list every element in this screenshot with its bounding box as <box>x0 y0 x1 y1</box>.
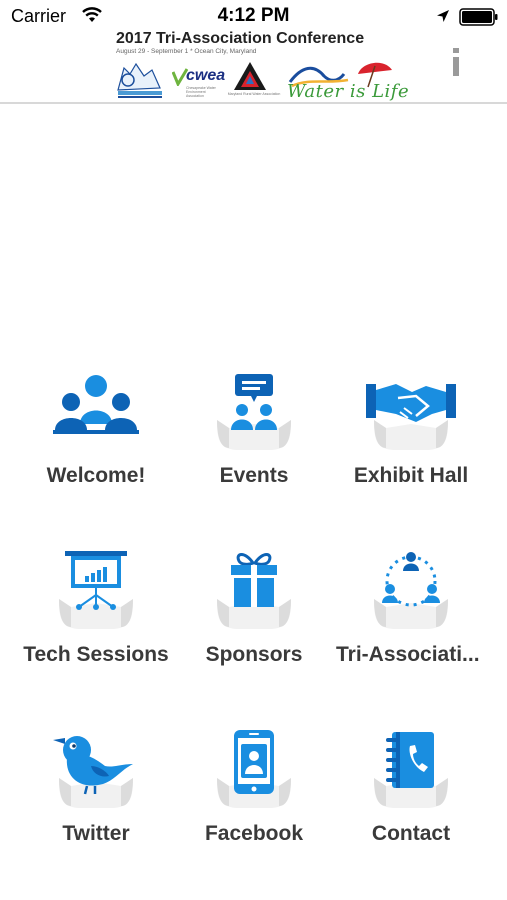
tile-label: Tri-Associati... <box>336 643 480 666</box>
status-bar: Carrier 4:12 PM <box>0 0 507 34</box>
chesapeake-logo-icon <box>117 62 162 98</box>
tile-tri-association[interactable]: Tri-Associati... <box>332 551 490 701</box>
network-people-icon <box>374 552 448 629</box>
cwea-logo-tagline: Chesapeake Water Environment Association <box>186 86 216 98</box>
triangle-logo-icon <box>234 62 266 90</box>
tile-contact[interactable]: Contact <box>332 730 490 880</box>
tile-facebook[interactable]: Facebook <box>175 730 333 880</box>
tile-exhibit-hall[interactable]: Exhibit Hall <box>332 372 490 522</box>
tile-label: Sponsors <box>205 643 303 666</box>
tile-tech-sessions[interactable]: Tech Sessions <box>17 551 175 701</box>
handshake-icon <box>366 384 456 450</box>
tile-welcome[interactable]: Welcome! <box>17 372 175 522</box>
conference-banner: 2017 Tri-Association Conference August 2… <box>0 30 507 104</box>
banner-title: 2017 Tri-Association Conference <box>116 30 365 47</box>
info-button[interactable] <box>449 48 463 78</box>
bird-icon <box>53 736 133 808</box>
phone-user-icon <box>217 730 291 808</box>
tile-twitter[interactable]: Twitter <box>17 730 175 880</box>
location-arrow-icon <box>437 10 449 22</box>
tile-label: Twitter <box>62 822 130 845</box>
gift-icon <box>217 553 291 629</box>
presentation-audience-icon <box>217 374 291 450</box>
group-icon <box>53 375 139 434</box>
cwea-logo-text: cwea <box>186 67 226 84</box>
info-icon <box>453 48 459 53</box>
tile-sponsors[interactable]: Sponsors <box>175 551 333 701</box>
tile-label: Welcome! <box>46 464 146 487</box>
water-is-life-slogan: Water is Life <box>287 81 410 102</box>
banner-subtitle: August 29 - September 1 * Ocean City, Ma… <box>116 48 257 55</box>
easel-chart-icon <box>59 551 133 629</box>
tile-events[interactable]: Events <box>175 372 333 522</box>
battery-icon <box>459 8 498 26</box>
tile-label: Tech Sessions <box>23 643 169 666</box>
tile-label: Facebook <box>204 822 304 845</box>
tile-label: Exhibit Hall <box>353 464 469 487</box>
tile-label: Events <box>219 464 289 487</box>
triangle-logo-caption: Maryland Rural Water Association <box>227 92 281 96</box>
tile-label: Contact <box>371 822 451 845</box>
status-time: 4:12 PM <box>217 5 290 26</box>
address-book-icon <box>374 732 448 808</box>
